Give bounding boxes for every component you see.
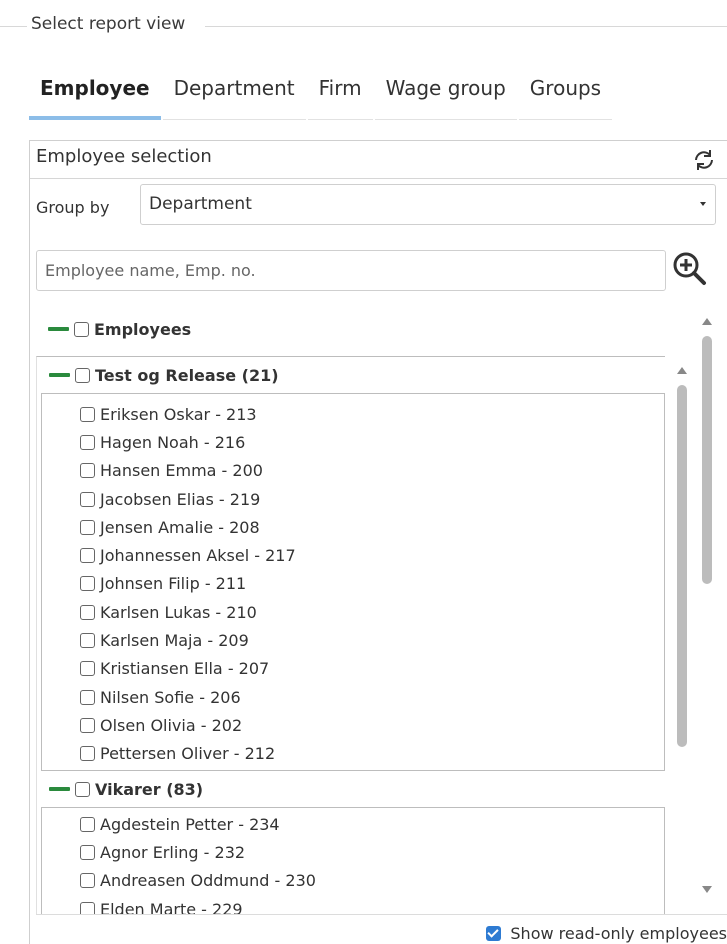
employee-name: Karlsen Maja - 209 bbox=[100, 631, 249, 651]
list-item[interactable]: Kristiansen Ella - 207 bbox=[42, 655, 664, 683]
employee-checkbox[interactable] bbox=[80, 406, 95, 422]
root-label: Employees bbox=[94, 319, 192, 339]
report-view-tabs: Employee Department Firm Wage group Grou… bbox=[29, 66, 635, 120]
tree-root: Employees bbox=[48, 316, 191, 342]
employee-checkbox[interactable] bbox=[80, 844, 95, 860]
group-by-select[interactable]: Department bbox=[140, 184, 716, 225]
legend-line-right bbox=[205, 26, 727, 27]
employee-checkbox[interactable] bbox=[80, 434, 95, 450]
show-readonly-option[interactable]: Show read-only employees bbox=[486, 924, 727, 943]
list-item[interactable]: Agnor Erling - 232 bbox=[42, 838, 664, 866]
group-label: Vikarer (83) bbox=[95, 779, 204, 799]
employee-checkbox[interactable] bbox=[80, 717, 95, 733]
employee-name: Kristiansen Ella - 207 bbox=[100, 659, 270, 679]
checkbox-group[interactable] bbox=[75, 781, 90, 797]
outer-scroll-thumb[interactable] bbox=[702, 336, 712, 584]
refresh-icon[interactable] bbox=[691, 147, 717, 173]
groups-container: Test og Release (21) Eriksen Oskar - 213… bbox=[36, 356, 665, 914]
tab-firm[interactable]: Firm bbox=[307, 66, 373, 120]
list-item[interactable]: Hansen Emma - 200 bbox=[42, 457, 664, 485]
employee-checkbox[interactable] bbox=[80, 463, 95, 479]
list-item[interactable]: Pettersen Oliver - 212 bbox=[42, 740, 664, 768]
outer-scrollbar[interactable] bbox=[700, 306, 714, 913]
inner-scroll-thumb[interactable] bbox=[677, 385, 687, 747]
employee-selection-panel: Employee selection Group by Department E… bbox=[29, 140, 727, 944]
list-item[interactable]: Andreasen Oddmund - 230 bbox=[42, 867, 664, 895]
employee-checkbox[interactable] bbox=[80, 746, 95, 762]
group-employee-list: Agdestein Petter - 234 Agnor Erling - 23… bbox=[41, 807, 665, 914]
employee-search-input[interactable] bbox=[36, 250, 666, 291]
scroll-up-icon[interactable] bbox=[702, 318, 712, 325]
tab-groups[interactable]: Groups bbox=[518, 66, 613, 120]
employee-name: Agnor Erling - 232 bbox=[100, 842, 246, 862]
employee-name: Nilsen Sofie - 206 bbox=[100, 687, 241, 707]
employee-tree: Employees Test og Release (21) Eriksen O… bbox=[30, 306, 727, 914]
list-item[interactable]: Elden Marte - 229 bbox=[42, 895, 664, 914]
employee-checkbox[interactable] bbox=[80, 491, 95, 507]
employee-name: Agdestein Petter - 234 bbox=[100, 814, 280, 834]
list-item[interactable]: Karlsen Maja - 209 bbox=[42, 626, 664, 654]
list-item[interactable]: Johnsen Filip - 211 bbox=[42, 570, 664, 598]
tab-wage-group[interactable]: Wage group bbox=[374, 66, 517, 120]
employee-checkbox[interactable] bbox=[80, 816, 95, 832]
employee-checkbox[interactable] bbox=[80, 519, 95, 535]
list-item[interactable]: Olsen Olivia - 202 bbox=[42, 711, 664, 739]
group-header: Vikarer (83) bbox=[37, 771, 665, 807]
footer-divider bbox=[36, 914, 727, 915]
list-item[interactable]: Jacobsen Elias - 219 bbox=[42, 485, 664, 513]
list-item[interactable]: Agdestein Petter - 234 bbox=[42, 810, 664, 838]
collapse-icon[interactable] bbox=[48, 327, 69, 331]
legend-line-left bbox=[0, 26, 27, 27]
employee-name: Hansen Emma - 200 bbox=[100, 461, 263, 481]
employee-checkbox[interactable] bbox=[80, 576, 95, 592]
employee-name: Andreasen Oddmund - 230 bbox=[100, 871, 316, 891]
group-label: Test og Release (21) bbox=[95, 365, 279, 385]
group-by-value: Department bbox=[149, 194, 252, 214]
employee-checkbox[interactable] bbox=[80, 901, 95, 914]
employee-name: Johnsen Filip - 211 bbox=[100, 574, 247, 594]
employee-name: Karlsen Lukas - 210 bbox=[100, 602, 257, 622]
employee-checkbox[interactable] bbox=[80, 604, 95, 620]
report-view-legend: Select report view bbox=[29, 12, 188, 36]
employee-name: Elden Marte - 229 bbox=[100, 899, 243, 914]
employee-checkbox[interactable] bbox=[80, 548, 95, 564]
caret-down-icon bbox=[700, 202, 706, 206]
scroll-up-icon[interactable] bbox=[677, 367, 687, 374]
employee-name: Olsen Olivia - 202 bbox=[100, 715, 243, 735]
panel-title: Employee selection bbox=[36, 146, 212, 167]
employee-name: Pettersen Oliver - 212 bbox=[100, 744, 276, 764]
employee-name: Hagen Noah - 216 bbox=[100, 432, 246, 452]
list-item[interactable]: Nilsen Sofie - 206 bbox=[42, 683, 664, 711]
tab-department[interactable]: Department bbox=[162, 66, 306, 120]
show-readonly-label: Show read-only employees bbox=[510, 924, 727, 943]
collapse-icon[interactable] bbox=[49, 787, 70, 791]
collapse-icon[interactable] bbox=[49, 373, 70, 377]
employee-checkbox[interactable] bbox=[80, 689, 95, 705]
employee-name: Eriksen Oskar - 213 bbox=[100, 404, 257, 424]
employee-checkbox[interactable] bbox=[80, 633, 95, 649]
list-item[interactable]: Johannessen Aksel - 217 bbox=[42, 541, 664, 569]
employee-name: Johannessen Aksel - 217 bbox=[100, 546, 296, 566]
scroll-down-icon[interactable] bbox=[702, 886, 712, 893]
inner-scrollbar[interactable] bbox=[675, 359, 689, 869]
panel-header: Employee selection bbox=[30, 141, 727, 179]
employee-name: Jacobsen Elias - 219 bbox=[100, 489, 261, 509]
group-header: Test og Release (21) bbox=[37, 357, 665, 393]
list-item[interactable]: Karlsen Lukas - 210 bbox=[42, 598, 664, 626]
employee-checkbox[interactable] bbox=[80, 873, 95, 889]
list-item[interactable]: Eriksen Oskar - 213 bbox=[42, 400, 664, 428]
tab-employee[interactable]: Employee bbox=[29, 66, 161, 120]
employee-name: Jensen Amalie - 208 bbox=[100, 517, 260, 537]
zoom-in-icon[interactable] bbox=[671, 250, 707, 286]
list-item[interactable]: Jensen Amalie - 208 bbox=[42, 513, 664, 541]
group-employee-list: Eriksen Oskar - 213 Hagen Noah - 216 Han… bbox=[41, 393, 665, 771]
group-by-label: Group by bbox=[36, 198, 110, 217]
checkbox-employees[interactable] bbox=[74, 321, 89, 337]
show-readonly-checkbox[interactable] bbox=[486, 926, 502, 941]
list-item[interactable]: Hagen Noah - 216 bbox=[42, 428, 664, 456]
employee-checkbox[interactable] bbox=[80, 661, 95, 677]
checkbox-group[interactable] bbox=[75, 367, 90, 383]
